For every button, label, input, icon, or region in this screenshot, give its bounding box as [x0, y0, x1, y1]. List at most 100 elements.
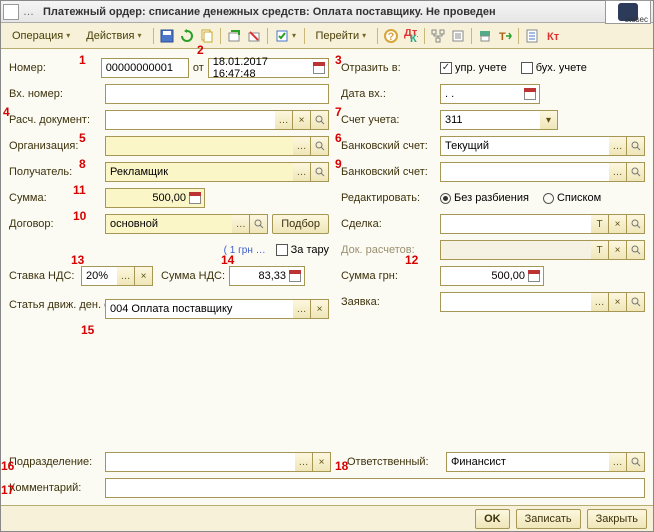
clear-button[interactable]: ×	[135, 266, 153, 286]
buh-checkbox[interactable]: бух. учете	[521, 62, 587, 74]
window-icon	[3, 4, 19, 20]
upr-checkbox[interactable]: упр. учете	[440, 62, 507, 74]
contract-input[interactable]: основной	[105, 214, 232, 234]
ok-button[interactable]: OK	[475, 509, 510, 529]
select-button[interactable]: …	[293, 299, 311, 319]
type-button[interactable]: T	[591, 214, 609, 234]
account-label: Счет учета:	[341, 114, 436, 126]
annot-15: 15	[81, 323, 94, 337]
rasch-doc-input[interactable]	[105, 110, 275, 130]
open-button[interactable]	[627, 292, 645, 312]
comment-input[interactable]	[105, 478, 645, 498]
request-label: Заявка:	[341, 296, 436, 308]
copy-icon[interactable]	[198, 27, 216, 45]
contract-label: Договор:	[9, 218, 101, 230]
list-radio[interactable]: Списком	[543, 192, 601, 204]
rasch-doc-label: Расч. документ:	[9, 114, 101, 126]
unpost-icon[interactable]	[245, 27, 263, 45]
select-button[interactable]: …	[117, 266, 135, 286]
close-button[interactable]: Закрыть	[587, 509, 647, 529]
select-button[interactable]: …	[293, 136, 311, 156]
open-button[interactable]	[627, 136, 645, 156]
select-button[interactable]: …	[591, 292, 609, 312]
podbor-button[interactable]: Подбор	[272, 214, 329, 234]
restore-icon[interactable]	[178, 27, 196, 45]
rate-hint: ( 1 грн …	[224, 245, 266, 256]
select-button[interactable]: …	[275, 110, 293, 130]
post-icon[interactable]	[225, 27, 243, 45]
open-button[interactable]	[311, 136, 329, 156]
org-input[interactable]	[105, 136, 293, 156]
save-button[interactable]: Записать	[516, 509, 581, 529]
dtkt-icon[interactable]: ДтКт	[402, 27, 420, 45]
account-input[interactable]: 311	[440, 110, 540, 130]
clear-button[interactable]: ×	[311, 299, 329, 319]
date-input[interactable]: 18.01.2017 16:47:48	[208, 58, 329, 78]
subdivision-label: Подразделение:	[9, 456, 101, 468]
select-button[interactable]: …	[609, 452, 627, 472]
clear-button[interactable]: ×	[313, 452, 331, 472]
doc-calc-input	[440, 240, 591, 260]
article-input[interactable]: 004 Оплата поставщику	[105, 299, 293, 319]
calc-icon[interactable]	[527, 269, 541, 283]
calendar-icon[interactable]	[312, 61, 326, 75]
responsible-input[interactable]: Финансист	[446, 452, 609, 472]
bank-account2-input[interactable]	[440, 162, 609, 182]
clear-button[interactable]: ×	[609, 240, 627, 260]
clear-button[interactable]: ×	[609, 214, 627, 234]
no-split-radio[interactable]: Без разбиения	[440, 192, 529, 204]
date-vh-input[interactable]: . .	[440, 84, 540, 104]
files-icon[interactable]	[449, 27, 467, 45]
open-button[interactable]	[250, 214, 268, 234]
calc-icon[interactable]	[188, 191, 202, 205]
help-icon[interactable]: ?	[382, 27, 400, 45]
calendar-icon[interactable]	[523, 87, 537, 101]
subdivision-input[interactable]	[105, 452, 295, 472]
basis-icon[interactable]	[272, 27, 300, 45]
report-icon[interactable]	[523, 27, 541, 45]
recipient-label: Получатель:	[9, 166, 101, 178]
deal-input[interactable]	[440, 214, 591, 234]
open-button[interactable]	[311, 110, 329, 130]
vh-number-input[interactable]	[105, 84, 329, 104]
open-button[interactable]	[627, 214, 645, 234]
actions-menu[interactable]: Действия	[79, 26, 148, 46]
calc-icon[interactable]	[288, 269, 302, 283]
go-menu[interactable]: Перейти	[309, 26, 374, 46]
main-window: … Платежный ордер: списание денежных сре…	[0, 0, 654, 532]
vat-rate-input[interactable]: 20%	[81, 266, 117, 286]
struct-icon[interactable]	[429, 27, 447, 45]
za-taru-checkbox[interactable]: За тару	[276, 244, 329, 256]
select-button[interactable]: …	[609, 136, 627, 156]
sum-label: Сумма:	[9, 192, 101, 204]
sum-grn-input[interactable]: 500,00	[440, 266, 544, 286]
dropdown-button[interactable]: ▾	[540, 110, 558, 130]
open-button[interactable]	[627, 162, 645, 182]
save-icon[interactable]	[158, 27, 176, 45]
recipient-input[interactable]: Рекламщик	[105, 162, 293, 182]
open-button[interactable]	[627, 240, 645, 260]
comment-label: Комментарий:	[9, 482, 101, 494]
select-button[interactable]: …	[295, 452, 313, 472]
open-button[interactable]	[627, 452, 645, 472]
select-button[interactable]: …	[293, 162, 311, 182]
ttn-icon[interactable]: T	[496, 27, 514, 45]
footer-bar: OK Записать Закрыть	[1, 505, 653, 531]
print-icon[interactable]	[476, 27, 494, 45]
bank-account-input[interactable]: Текущий	[440, 136, 609, 156]
request-input[interactable]	[440, 292, 591, 312]
sum-input[interactable]: 500,00	[105, 188, 205, 208]
select-button[interactable]: …	[232, 214, 250, 234]
svg-text:T: T	[499, 31, 506, 43]
operation-menu[interactable]: Операция	[5, 26, 77, 46]
clear-button[interactable]: ×	[293, 110, 311, 130]
vat-sum-label: Сумма НДС:	[161, 270, 225, 282]
type-button[interactable]: T	[591, 240, 609, 260]
select-button[interactable]: …	[609, 162, 627, 182]
vat-sum-input[interactable]: 83,33	[229, 266, 305, 286]
number-input[interactable]: 00000000001	[101, 58, 189, 78]
open-button[interactable]	[311, 162, 329, 182]
org-label: Организация:	[9, 140, 101, 152]
clear-button[interactable]: ×	[609, 292, 627, 312]
kt-icon[interactable]: Кт	[543, 27, 561, 45]
